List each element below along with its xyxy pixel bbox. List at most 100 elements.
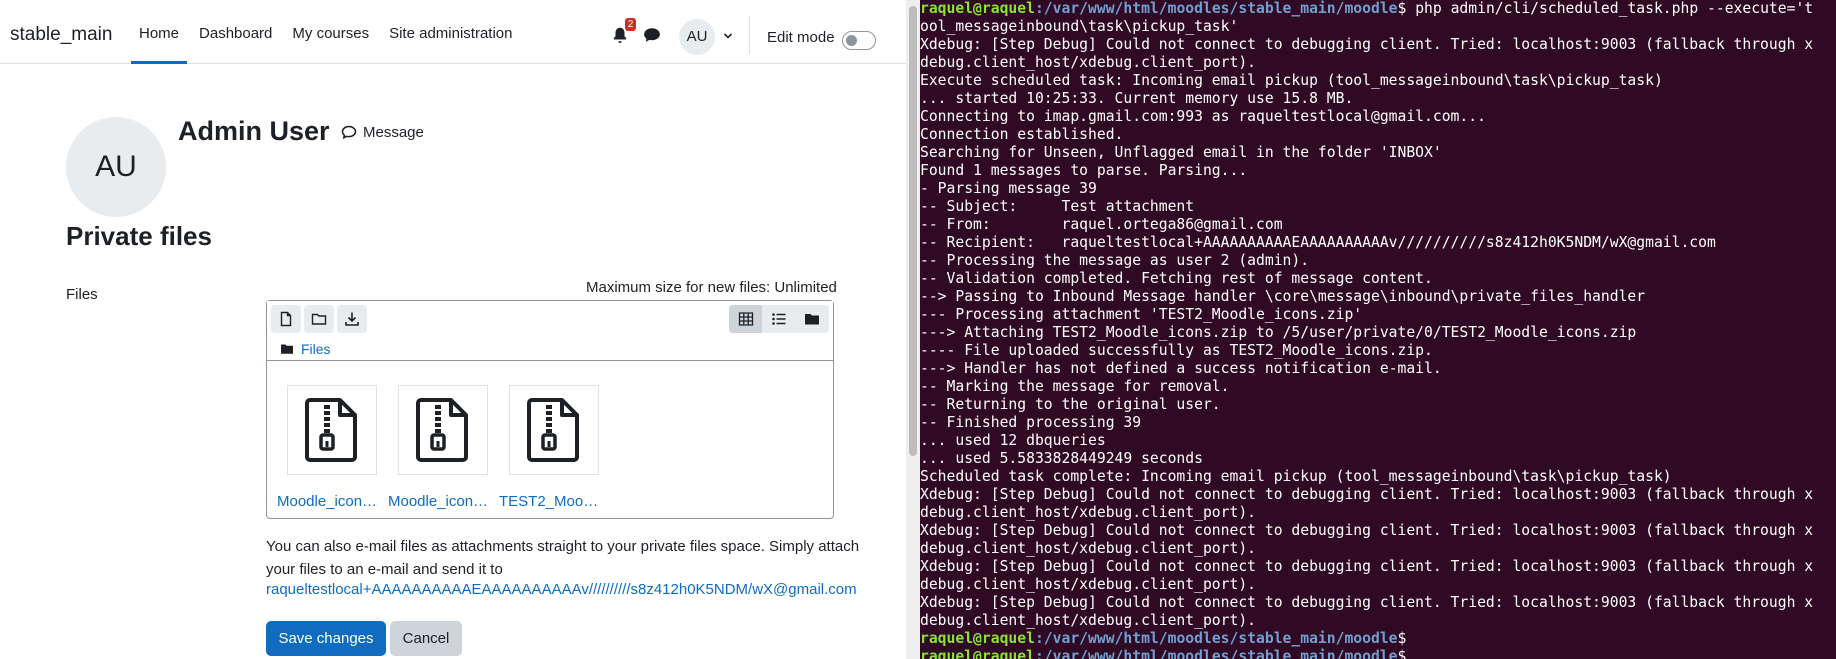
terminal-output-line: ---> Attaching TEST2_Moodle_icons.zip to… <box>920 324 1637 341</box>
breadcrumb: Files <box>281 341 331 357</box>
list-view-icon <box>771 313 785 325</box>
nav-site-administration[interactable]: Site administration <box>381 4 520 64</box>
terminal-output-line: -- Finished processing 39 <box>920 414 1142 431</box>
prompt-user: raquel@raquel <box>920 648 1035 659</box>
notification-badge: 2 <box>625 18 636 31</box>
terminal-output-line: debug.client_host/xdebug.client_port). <box>920 576 1257 593</box>
chevron-down-icon[interactable] <box>723 31 733 41</box>
edit-mode-toggle[interactable] <box>842 31 876 50</box>
top-navbar: stable_main Home Dashboard My courses Si… <box>0 4 906 64</box>
terminal-output-line: ool_messageinbound\task\pickup_task' <box>920 18 1239 35</box>
nav-dashboard[interactable]: Dashboard <box>191 4 280 64</box>
terminal-prompt-line: raquel@raquel:/var/www/html/moodles/stab… <box>920 0 1836 18</box>
zip-file-icon <box>305 398 357 462</box>
prompt-command: $ php admin/cli/scheduled_task.php --exe… <box>1397 0 1814 17</box>
terminal-output-line: Scheduled task complete: Incoming email … <box>920 468 1672 485</box>
grid-view-icon <box>738 312 753 326</box>
prompt-path: :/var/www/html/moodles/stable_main/moodl… <box>1034 630 1398 647</box>
terminal-output-line: ... started 10:25:33. Current memory use… <box>920 90 1354 107</box>
navbar-divider <box>749 16 750 54</box>
toggle-knob <box>846 35 857 46</box>
terminal-output-line: debug.client_host/xdebug.client_port). <box>920 540 1257 557</box>
prompt-path: :/var/www/html/moodles/stable_main/moodl… <box>1034 0 1398 17</box>
download-icon <box>345 312 359 326</box>
terminal-output-line: ---> Handler has not defined a success n… <box>920 360 1442 377</box>
prompt-user: raquel@raquel <box>920 630 1035 647</box>
site-name[interactable]: stable_main <box>10 24 112 46</box>
nav-my-courses[interactable]: My courses <box>284 4 377 64</box>
chat-icon[interactable] <box>643 27 661 43</box>
moodle-window: stable_main Home Dashboard My courses Si… <box>0 0 906 659</box>
primary-nav: Home Dashboard My courses Site administr… <box>131 4 525 64</box>
folder-view-icon <box>804 314 819 325</box>
prompt-user: raquel@raquel <box>920 0 1035 17</box>
cancel-button[interactable]: Cancel <box>390 621 462 656</box>
file-thumbnail[interactable] <box>398 385 488 475</box>
terminal-output-line: -- Subject: Test attachment <box>920 198 1195 215</box>
folder-view-button[interactable] <box>795 305 828 333</box>
file-thumbnail[interactable] <box>287 385 377 475</box>
create-folder-button[interactable] <box>304 305 334 333</box>
new-file-icon <box>280 311 292 327</box>
file-name[interactable]: Moodle_icon… <box>388 493 492 510</box>
terminal-output-line: -- From: raquel.ortega86@gmail.com <box>920 216 1283 233</box>
terminal-output-line: --> Passing to Inbound Message handler \… <box>920 288 1646 305</box>
email-address-link[interactable]: raqueltestlocal+AAAAAAAAAAEAAAAAAAAAAv//… <box>266 581 857 598</box>
terminal-output-line: Xdebug: [Step Debug] Could not connect t… <box>920 558 1814 575</box>
message-icon <box>341 125 357 140</box>
terminal-output-line: -- Validation completed. Fetching rest o… <box>920 270 1433 287</box>
terminal-output-line: -- Recipient: raqueltestlocal+AAAAAAAAAA… <box>920 234 1716 251</box>
terminal-output-line: -- Processing the message as user 2 (adm… <box>920 252 1310 269</box>
terminal-output-line: - Parsing message 39 <box>920 180 1097 197</box>
edit-mode-label: Edit mode <box>767 29 835 46</box>
terminal-output-line: debug.client_host/xdebug.client_port). <box>920 612 1257 629</box>
prompt-command: $ <box>1397 648 1407 659</box>
terminal-output-line: Xdebug: [Step Debug] Could not connect t… <box>920 36 1814 53</box>
view-switcher <box>729 305 829 333</box>
prompt-command: $ <box>1397 630 1407 647</box>
terminal-output-line: Connection established. <box>920 126 1124 143</box>
file-name[interactable]: Moodle_icon… <box>277 493 381 510</box>
message-button[interactable]: Message <box>341 124 424 141</box>
folder-icon <box>281 344 293 354</box>
save-changes-button[interactable]: Save changes <box>266 621 386 656</box>
download-all-button[interactable] <box>337 305 367 333</box>
profile-name: Admin User <box>178 116 330 146</box>
new-folder-icon <box>311 313 327 325</box>
file-thumbnail[interactable] <box>509 385 599 475</box>
terminal-output-line: Connecting to imap.gmail.com:993 as raqu… <box>920 108 1486 125</box>
list-view-button[interactable] <box>762 305 795 333</box>
terminal-output-line: Searching for Unseen, Unflagged email in… <box>920 144 1442 161</box>
terminal-output-line: Xdebug: [Step Debug] Could not connect t… <box>920 522 1814 539</box>
terminal-output-line: Execute scheduled task: Incoming email p… <box>920 72 1663 89</box>
user-menu-avatar[interactable]: AU <box>679 19 715 55</box>
terminal-output-line: ---- File uploaded successfully as TEST2… <box>920 342 1433 359</box>
message-label: Message <box>363 124 424 141</box>
grid-view-button[interactable] <box>729 305 762 333</box>
terminal-output-line: Xdebug: [Step Debug] Could not connect t… <box>920 486 1814 503</box>
max-size-text: Maximum size for new files: Unlimited <box>586 279 837 296</box>
terminal-output-line: Xdebug: [Step Debug] Could not connect t… <box>920 594 1814 611</box>
terminal-prompt-line: raquel@raquel:/var/www/html/moodles/stab… <box>920 648 1836 659</box>
terminal-output-line: ... used 12 dbqueries <box>920 432 1106 449</box>
terminal-output-line: -- Returning to the original user. <box>920 396 1221 413</box>
terminal-output-line: debug.client_host/xdebug.client_port). <box>920 504 1257 521</box>
file-manager: Files Moodle_icon… Moodle_icon… TEST2_Mo… <box>266 300 834 519</box>
browser-scrollbar-thumb[interactable] <box>909 6 917 456</box>
page-title: Private files <box>66 221 212 251</box>
add-file-button[interactable] <box>271 305 301 333</box>
terminal-window[interactable]: raquel@raquel:/var/www/html/moodles/stab… <box>920 0 1836 659</box>
terminal-output-line: Found 1 messages to parse. Parsing... <box>920 162 1248 179</box>
prompt-path: :/var/www/html/moodles/stable_main/moodl… <box>1034 648 1398 659</box>
breadcrumb-files[interactable]: Files <box>301 341 331 357</box>
nav-home[interactable]: Home <box>131 4 188 64</box>
file-manager-toolbar: Files <box>267 301 833 361</box>
terminal-prompt-line: raquel@raquel:/var/www/html/moodles/stab… <box>920 630 1836 648</box>
zip-file-icon <box>416 398 468 462</box>
terminal-output-line: -- Marking the message for removal. <box>920 378 1230 395</box>
files-field-label: Files <box>66 286 98 303</box>
zip-file-icon <box>527 398 579 462</box>
profile-avatar: AU <box>66 117 166 217</box>
email-files-note: You can also e-mail files as attachments… <box>266 538 860 578</box>
file-name[interactable]: TEST2_Moo… <box>499 493 603 510</box>
